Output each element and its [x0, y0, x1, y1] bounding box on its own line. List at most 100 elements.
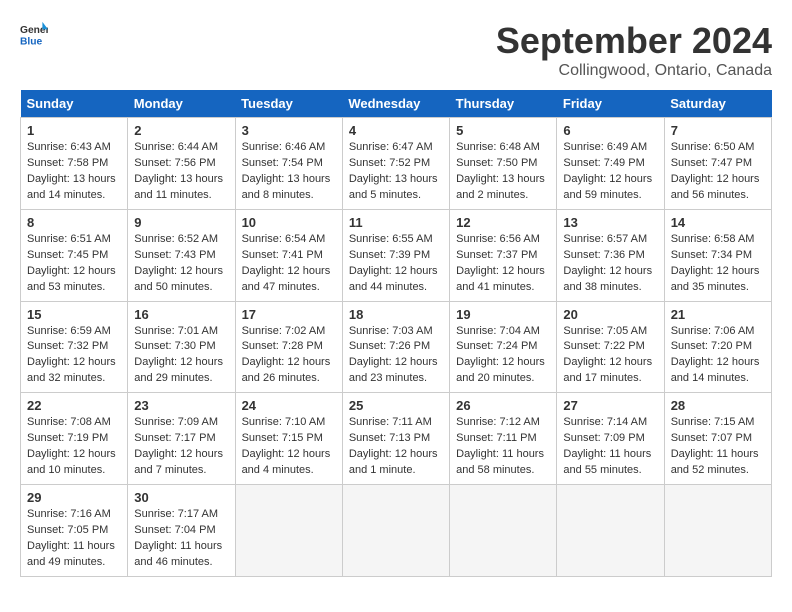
- day-info: Sunrise: 6:54 AMSunset: 7:41 PMDaylight:…: [242, 232, 336, 296]
- day-info: Sunrise: 6:44 AMSunset: 7:56 PMDaylight:…: [134, 140, 228, 204]
- day-info: Sunrise: 7:05 AMSunset: 7:22 PMDaylight:…: [563, 324, 657, 388]
- weekday-header: Monday: [128, 90, 235, 118]
- weekday-header: Thursday: [450, 90, 557, 118]
- day-info: Sunrise: 7:03 AMSunset: 7:26 PMDaylight:…: [349, 324, 443, 388]
- day-number: 20: [563, 307, 657, 322]
- calendar-cell: 11 Sunrise: 6:55 AMSunset: 7:39 PMDaylig…: [342, 209, 449, 301]
- day-number: 29: [27, 490, 121, 505]
- day-number: 24: [242, 398, 336, 413]
- day-number: 19: [456, 307, 550, 322]
- calendar-cell: 25 Sunrise: 7:11 AMSunset: 7:13 PMDaylig…: [342, 393, 449, 485]
- day-info: Sunrise: 7:17 AMSunset: 7:04 PMDaylight:…: [134, 507, 228, 571]
- calendar-cell: 24 Sunrise: 7:10 AMSunset: 7:15 PMDaylig…: [235, 393, 342, 485]
- day-number: 3: [242, 123, 336, 138]
- day-info: Sunrise: 6:57 AMSunset: 7:36 PMDaylight:…: [563, 232, 657, 296]
- day-number: 4: [349, 123, 443, 138]
- calendar-cell: 28 Sunrise: 7:15 AMSunset: 7:07 PMDaylig…: [664, 393, 771, 485]
- day-info: Sunrise: 6:43 AMSunset: 7:58 PMDaylight:…: [27, 140, 121, 204]
- calendar-cell: 12 Sunrise: 6:56 AMSunset: 7:37 PMDaylig…: [450, 209, 557, 301]
- day-info: Sunrise: 7:08 AMSunset: 7:19 PMDaylight:…: [27, 415, 121, 479]
- calendar-cell: 21 Sunrise: 7:06 AMSunset: 7:20 PMDaylig…: [664, 301, 771, 393]
- day-number: 17: [242, 307, 336, 322]
- day-number: 18: [349, 307, 443, 322]
- day-number: 6: [563, 123, 657, 138]
- day-info: Sunrise: 6:46 AMSunset: 7:54 PMDaylight:…: [242, 140, 336, 204]
- calendar-week-row: 22 Sunrise: 7:08 AMSunset: 7:19 PMDaylig…: [21, 393, 772, 485]
- calendar-cell: [342, 485, 449, 577]
- day-number: 11: [349, 215, 443, 230]
- calendar-cell: [557, 485, 664, 577]
- calendar-cell: 5 Sunrise: 6:48 AMSunset: 7:50 PMDayligh…: [450, 118, 557, 210]
- day-info: Sunrise: 7:01 AMSunset: 7:30 PMDaylight:…: [134, 324, 228, 388]
- day-number: 5: [456, 123, 550, 138]
- day-number: 9: [134, 215, 228, 230]
- day-number: 26: [456, 398, 550, 413]
- calendar-cell: 9 Sunrise: 6:52 AMSunset: 7:43 PMDayligh…: [128, 209, 235, 301]
- page-header: General Blue September 2024 Collingwood,…: [20, 20, 772, 80]
- day-info: Sunrise: 7:04 AMSunset: 7:24 PMDaylight:…: [456, 324, 550, 388]
- day-number: 8: [27, 215, 121, 230]
- day-number: 15: [27, 307, 121, 322]
- calendar-table: SundayMondayTuesdayWednesdayThursdayFrid…: [20, 90, 772, 577]
- day-info: Sunrise: 6:49 AMSunset: 7:49 PMDaylight:…: [563, 140, 657, 204]
- calendar-cell: 16 Sunrise: 7:01 AMSunset: 7:30 PMDaylig…: [128, 301, 235, 393]
- day-info: Sunrise: 7:10 AMSunset: 7:15 PMDaylight:…: [242, 415, 336, 479]
- month-title: September 2024: [496, 20, 772, 62]
- day-number: 25: [349, 398, 443, 413]
- day-info: Sunrise: 6:47 AMSunset: 7:52 PMDaylight:…: [349, 140, 443, 204]
- calendar-cell: 26 Sunrise: 7:12 AMSunset: 7:11 PMDaylig…: [450, 393, 557, 485]
- calendar-cell: 22 Sunrise: 7:08 AMSunset: 7:19 PMDaylig…: [21, 393, 128, 485]
- calendar-cell: 18 Sunrise: 7:03 AMSunset: 7:26 PMDaylig…: [342, 301, 449, 393]
- svg-text:Blue: Blue: [20, 36, 43, 47]
- day-number: 7: [671, 123, 765, 138]
- calendar-cell: [235, 485, 342, 577]
- calendar-week-row: 8 Sunrise: 6:51 AMSunset: 7:45 PMDayligh…: [21, 209, 772, 301]
- weekday-header: Friday: [557, 90, 664, 118]
- calendar-cell: 15 Sunrise: 6:59 AMSunset: 7:32 PMDaylig…: [21, 301, 128, 393]
- weekday-header: Wednesday: [342, 90, 449, 118]
- day-info: Sunrise: 7:06 AMSunset: 7:20 PMDaylight:…: [671, 324, 765, 388]
- day-number: 22: [27, 398, 121, 413]
- calendar-cell: 30 Sunrise: 7:17 AMSunset: 7:04 PMDaylig…: [128, 485, 235, 577]
- day-number: 21: [671, 307, 765, 322]
- calendar-cell: 2 Sunrise: 6:44 AMSunset: 7:56 PMDayligh…: [128, 118, 235, 210]
- logo-icon: General Blue: [20, 20, 48, 48]
- day-info: Sunrise: 7:11 AMSunset: 7:13 PMDaylight:…: [349, 415, 443, 479]
- calendar-week-row: 15 Sunrise: 6:59 AMSunset: 7:32 PMDaylig…: [21, 301, 772, 393]
- day-info: Sunrise: 6:58 AMSunset: 7:34 PMDaylight:…: [671, 232, 765, 296]
- day-number: 23: [134, 398, 228, 413]
- calendar-cell: 19 Sunrise: 7:04 AMSunset: 7:24 PMDaylig…: [450, 301, 557, 393]
- day-info: Sunrise: 6:59 AMSunset: 7:32 PMDaylight:…: [27, 324, 121, 388]
- calendar-week-row: 1 Sunrise: 6:43 AMSunset: 7:58 PMDayligh…: [21, 118, 772, 210]
- day-info: Sunrise: 6:48 AMSunset: 7:50 PMDaylight:…: [456, 140, 550, 204]
- day-info: Sunrise: 6:50 AMSunset: 7:47 PMDaylight:…: [671, 140, 765, 204]
- calendar-cell: 29 Sunrise: 7:16 AMSunset: 7:05 PMDaylig…: [21, 485, 128, 577]
- weekday-header: Sunday: [21, 90, 128, 118]
- day-number: 28: [671, 398, 765, 413]
- day-info: Sunrise: 6:51 AMSunset: 7:45 PMDaylight:…: [27, 232, 121, 296]
- weekday-header: Saturday: [664, 90, 771, 118]
- calendar-cell: 8 Sunrise: 6:51 AMSunset: 7:45 PMDayligh…: [21, 209, 128, 301]
- day-number: 1: [27, 123, 121, 138]
- day-number: 13: [563, 215, 657, 230]
- calendar-cell: 23 Sunrise: 7:09 AMSunset: 7:17 PMDaylig…: [128, 393, 235, 485]
- calendar-cell: 27 Sunrise: 7:14 AMSunset: 7:09 PMDaylig…: [557, 393, 664, 485]
- location: Collingwood, Ontario, Canada: [496, 62, 772, 80]
- calendar-cell: [450, 485, 557, 577]
- day-info: Sunrise: 7:15 AMSunset: 7:07 PMDaylight:…: [671, 415, 765, 479]
- calendar-cell: 10 Sunrise: 6:54 AMSunset: 7:41 PMDaylig…: [235, 209, 342, 301]
- calendar-cell: 4 Sunrise: 6:47 AMSunset: 7:52 PMDayligh…: [342, 118, 449, 210]
- calendar-week-row: 29 Sunrise: 7:16 AMSunset: 7:05 PMDaylig…: [21, 485, 772, 577]
- day-number: 27: [563, 398, 657, 413]
- calendar-cell: 3 Sunrise: 6:46 AMSunset: 7:54 PMDayligh…: [235, 118, 342, 210]
- day-number: 10: [242, 215, 336, 230]
- day-info: Sunrise: 7:09 AMSunset: 7:17 PMDaylight:…: [134, 415, 228, 479]
- title-block: September 2024 Collingwood, Ontario, Can…: [496, 20, 772, 80]
- day-info: Sunrise: 6:56 AMSunset: 7:37 PMDaylight:…: [456, 232, 550, 296]
- calendar-cell: 13 Sunrise: 6:57 AMSunset: 7:36 PMDaylig…: [557, 209, 664, 301]
- calendar-cell: [664, 485, 771, 577]
- calendar-cell: 17 Sunrise: 7:02 AMSunset: 7:28 PMDaylig…: [235, 301, 342, 393]
- header-row: SundayMondayTuesdayWednesdayThursdayFrid…: [21, 90, 772, 118]
- day-info: Sunrise: 6:55 AMSunset: 7:39 PMDaylight:…: [349, 232, 443, 296]
- calendar-cell: 20 Sunrise: 7:05 AMSunset: 7:22 PMDaylig…: [557, 301, 664, 393]
